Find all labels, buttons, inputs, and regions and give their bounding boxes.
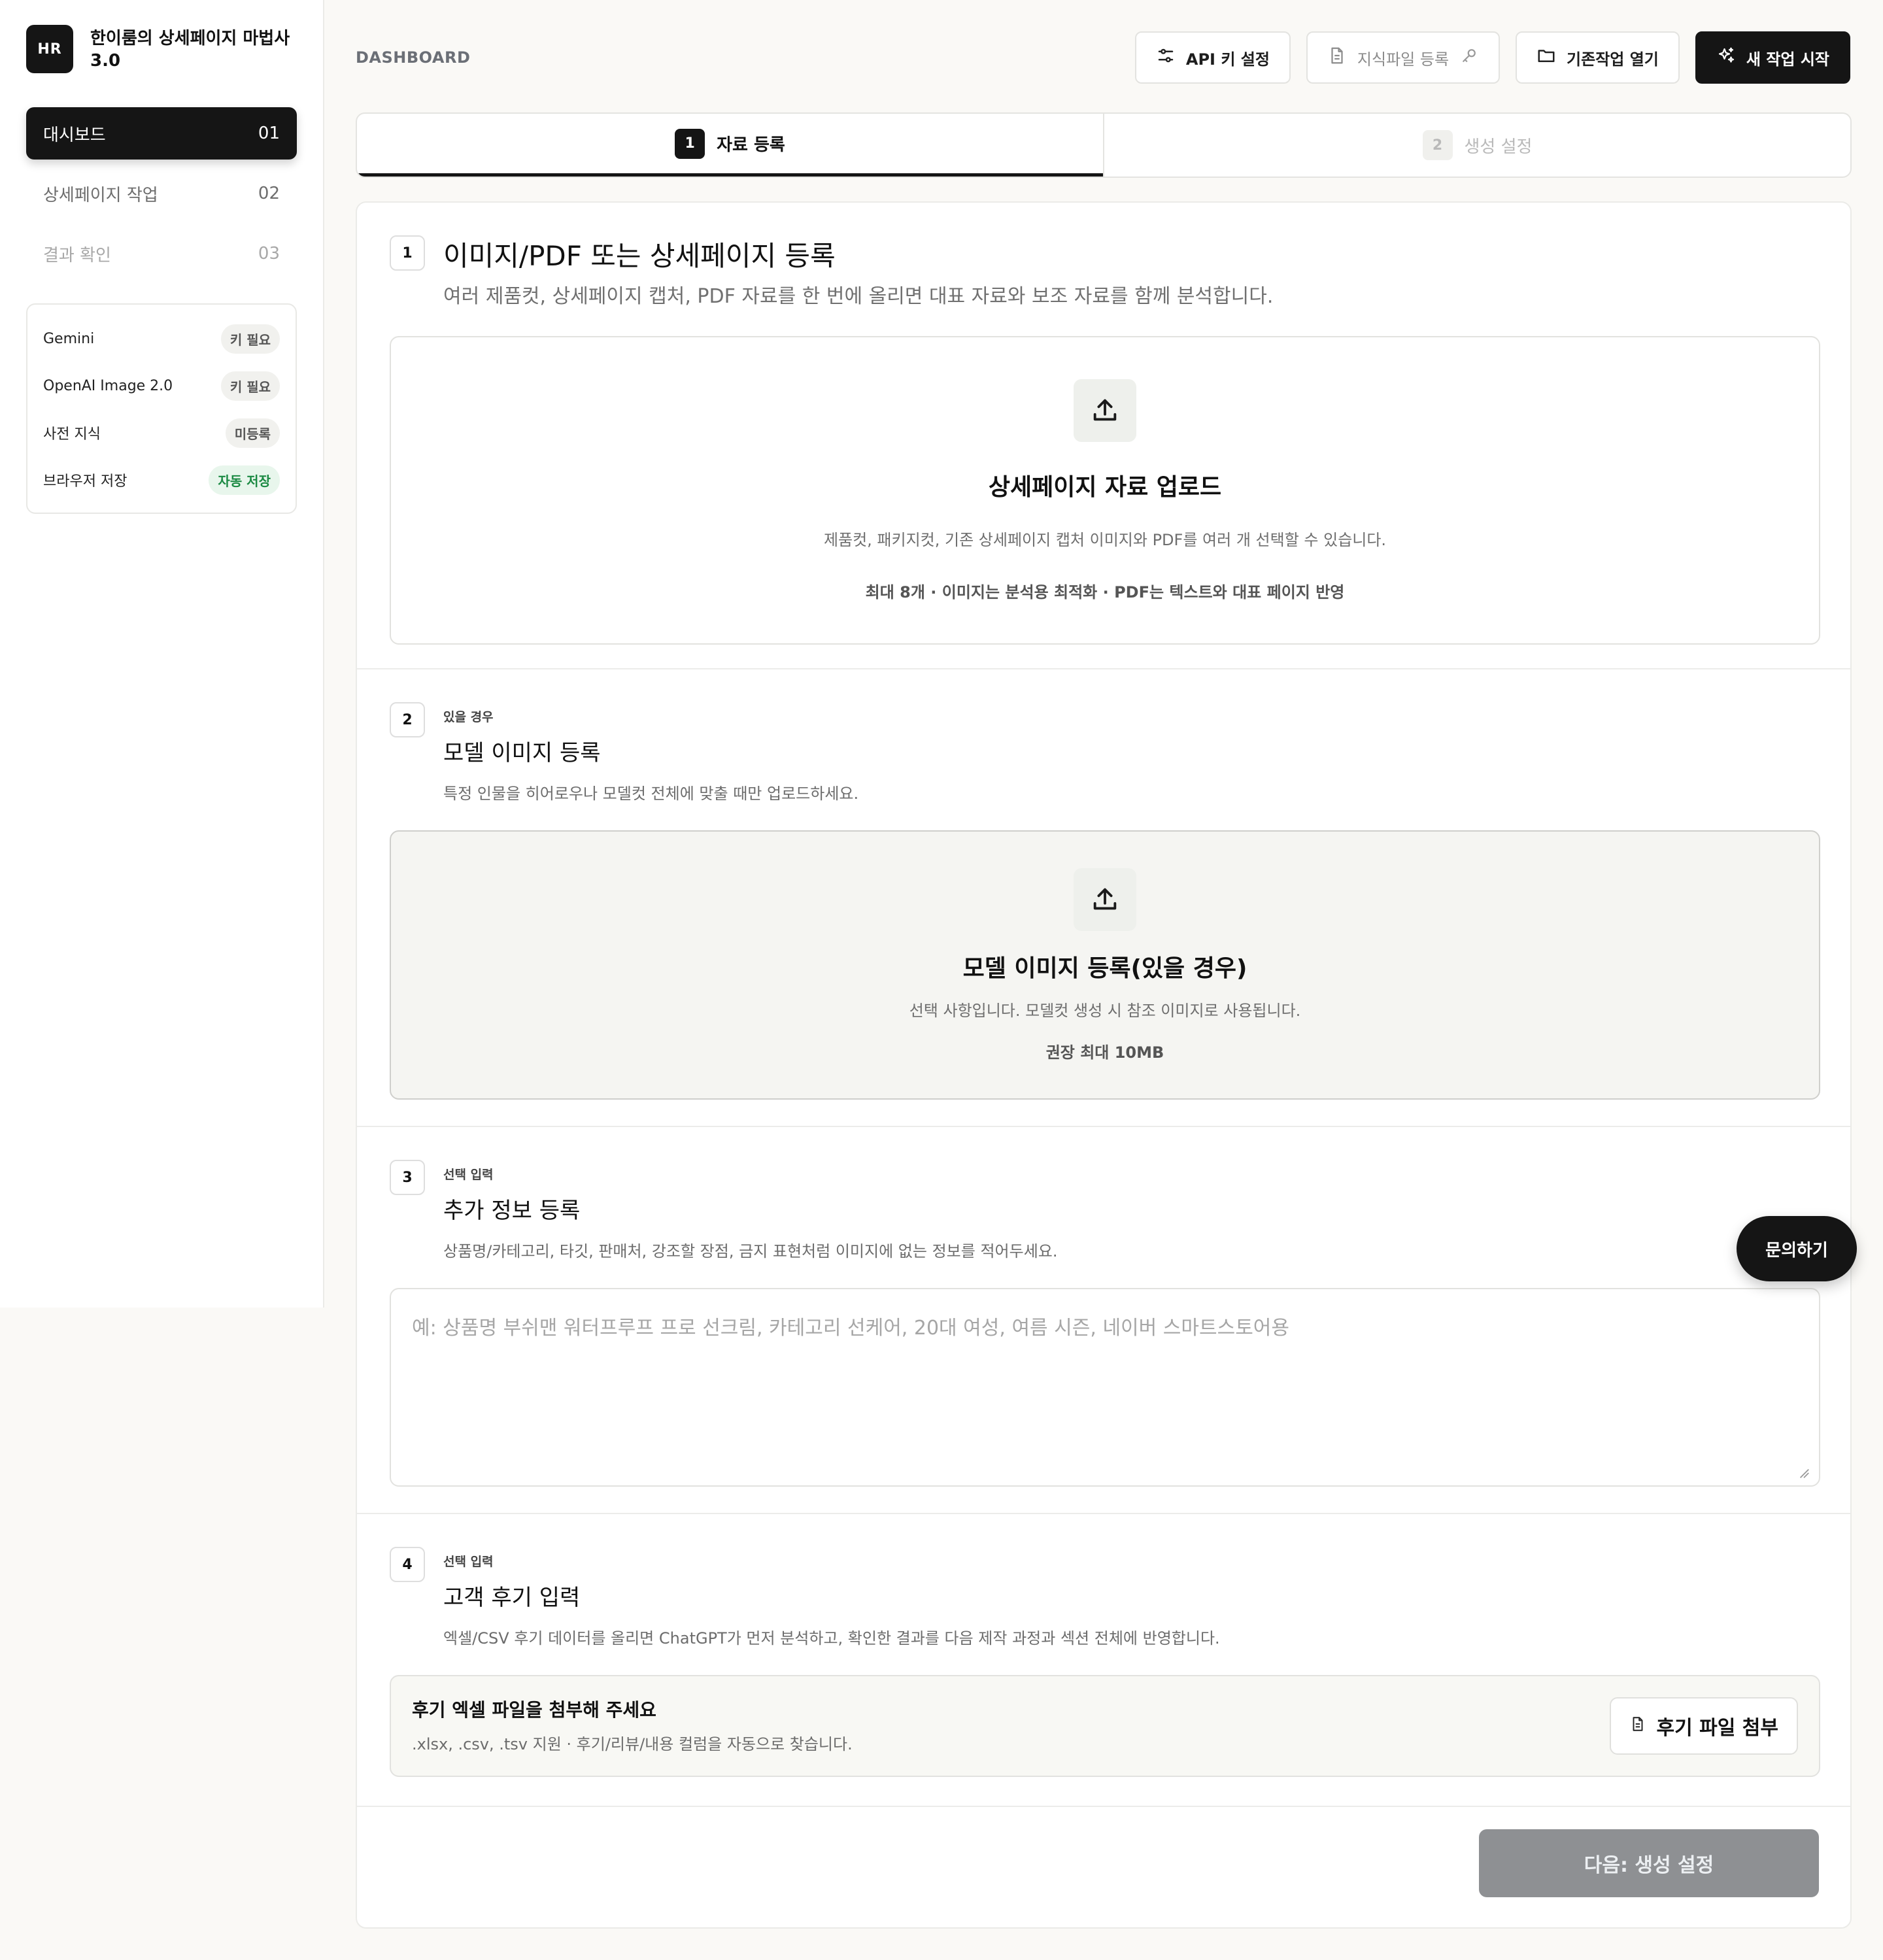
section-description: 상품명/카테고리, 타깃, 판매처, 강조할 장점, 금지 표현처럼 이미지에 …: [443, 1242, 1058, 1260]
sidebar-item-dashboard[interactable]: 대시보드 01: [26, 107, 297, 160]
stepper: 1 자료 등록 2 생성 설정: [356, 112, 1852, 178]
section-upload-materials: 1 이미지/PDF 또는 상세페이지 등록 여러 제품컷, 상세페이지 캡처, …: [357, 203, 1850, 669]
sparkles-icon: [1716, 46, 1736, 69]
sidebar-nav: 대시보드 01 상세페이지 작업 02 결과 확인 03: [26, 107, 297, 288]
status-row-knowledge: 사전 지식 미등록: [43, 409, 280, 456]
model-image-dropzone[interactable]: 모델 이미지 등록(있을 경우) 선택 사항입니다. 모델컷 생성 시 참조 이…: [390, 830, 1820, 1100]
key-icon: [1459, 46, 1479, 69]
review-box-description: .xlsx, .csv, .tsv 지원 · 후기/리뷰/내용 컬럼을 자동으로…: [412, 1735, 853, 1753]
sidebar-item-label: 대시보드: [43, 125, 106, 145]
open-existing-button[interactable]: 기존작업 열기: [1516, 31, 1680, 84]
sidebar-item-detail-work[interactable]: 상세페이지 작업 02: [26, 167, 297, 220]
review-upload-box: 후기 엑셀 파일을 첨부해 주세요 .xlsx, .csv, .tsv 지원 ·…: [390, 1675, 1820, 1777]
section-description: 여러 제품컷, 상세페이지 캡처, PDF 자료를 한 번에 올리면 대표 자료…: [443, 285, 1274, 308]
dropzone-description: 선택 사항입니다. 모델컷 생성 시 참조 이미지로 사용됩니다.: [909, 1002, 1301, 1020]
api-key-button-label: API 키 설정: [1185, 50, 1270, 69]
brand-title: 한이룸의 상세페이지 마법사 3.0: [90, 29, 290, 71]
sidebar-item-label: 상세페이지 작업: [43, 185, 158, 205]
status-label: OpenAI Image 2.0: [43, 377, 173, 394]
status-badge: 키 필요: [220, 324, 280, 354]
new-task-button-label: 새 작업 시작: [1746, 50, 1829, 69]
page-title: DASHBOARD: [356, 48, 471, 67]
dropzone-note: 최대 8개 · 이미지는 분석용 최적화 · PDF는 텍스트와 대표 페이지 …: [865, 583, 1345, 601]
attach-review-file-button[interactable]: 후기 파일 첨부: [1609, 1697, 1798, 1755]
section-additional-info: 3 선택 입력 추가 정보 등록 상품명/카테고리, 타깃, 판매처, 강조할 …: [357, 1127, 1850, 1514]
section-number: 3: [390, 1160, 425, 1195]
step-label: 자료 등록: [717, 135, 785, 155]
status-label: Gemini: [43, 330, 95, 347]
additional-info-textarea[interactable]: 예: 상품명 부쉬맨 워터프루프 프로 선크림, 카테고리 선케어, 20대 여…: [390, 1288, 1820, 1487]
dropzone-title: 모델 이미지 등록(있을 경우): [962, 955, 1247, 982]
section-title: 이미지/PDF 또는 상세페이지 등록: [443, 240, 836, 272]
attach-button-label: 후기 파일 첨부: [1656, 1717, 1779, 1740]
dropzone-title: 상세페이지 자료 업로드: [988, 474, 1222, 501]
section-number: 1: [390, 235, 425, 271]
sidebar-item-number: 01: [258, 124, 280, 143]
dropzone-note: 권장 최대 10MB: [1045, 1043, 1164, 1062]
upload-icon: [1074, 379, 1136, 442]
status-row-browser-storage: 브라우저 저장 자동 저장: [43, 456, 280, 503]
resize-grip-icon[interactable]: [1798, 1467, 1810, 1479]
upload-icon: [1074, 868, 1136, 931]
section-title: 추가 정보 등록: [443, 1198, 581, 1224]
section-tag: 선택 입력: [443, 1168, 494, 1182]
document-icon: [1327, 46, 1347, 69]
status-card: Gemini 키 필요 OpenAI Image 2.0 키 필요 사전 지식 …: [26, 303, 297, 514]
material-dropzone[interactable]: 상세페이지 자료 업로드 제품컷, 패키지컷, 기존 상세페이지 캡처 이미지와…: [390, 336, 1820, 645]
section-title: 고객 후기 입력: [443, 1585, 581, 1611]
status-badge: 자동 저장: [209, 465, 280, 495]
folder-icon: [1536, 46, 1556, 69]
sidebar-item-number: 03: [258, 244, 280, 263]
toolbar: API 키 설정 지식파일 등록 기존작업 열기 새 작업 시작: [1134, 31, 1850, 84]
review-box-title: 후기 엑셀 파일을 첨부해 주세요: [412, 1699, 656, 1721]
section-number: 2: [390, 702, 425, 737]
new-task-button[interactable]: 새 작업 시작: [1695, 31, 1850, 84]
knowledge-file-button-label: 지식파일 등록: [1357, 50, 1450, 69]
status-row-openai: OpenAI Image 2.0 키 필요: [43, 362, 280, 409]
status-label: 브라우저 저장: [43, 473, 127, 490]
brand: HR 한이룸의 상세페이지 마법사 3.0: [26, 25, 299, 73]
status-label: 사전 지식: [43, 426, 101, 443]
section-model-image: 2 있을 경우 모델 이미지 등록 특정 인물을 히어로우나 모델컷 전체에 맞…: [357, 669, 1850, 1127]
section-customer-reviews: 4 선택 입력 고객 후기 입력 엑셀/CSV 후기 데이터를 올리면 Chat…: [357, 1514, 1850, 1807]
section-title: 모델 이미지 등록: [443, 740, 601, 766]
api-key-button[interactable]: API 키 설정: [1134, 31, 1291, 84]
tab-step-2[interactable]: 2 생성 설정: [1103, 114, 1850, 177]
step-label: 생성 설정: [1464, 137, 1533, 157]
status-badge: 키 필요: [220, 371, 280, 401]
section-tag: 선택 입력: [443, 1555, 494, 1569]
sliders-icon: [1156, 46, 1176, 69]
section-description: 엑셀/CSV 후기 데이터를 올리면 ChatGPT가 먼저 분석하고, 확인한…: [443, 1629, 1220, 1647]
status-badge: 미등록: [225, 418, 280, 448]
section-tag: 있을 경우: [443, 710, 494, 724]
tab-step-1[interactable]: 1 자료 등록: [357, 114, 1103, 177]
sidebar: HR 한이룸의 상세페이지 마법사 3.0 대시보드 01 상세페이지 작업 0…: [0, 0, 324, 1308]
textarea-placeholder: 예: 상품명 부쉬맨 워터프루프 프로 선크림, 카테고리 선케어, 20대 여…: [412, 1317, 1289, 1340]
section-number: 4: [390, 1547, 425, 1582]
sidebar-item-results[interactable]: 결과 확인 03: [26, 228, 297, 280]
inquiry-button[interactable]: 문의하기: [1737, 1216, 1857, 1281]
document-icon: [1629, 1715, 1646, 1738]
main-card: 1 이미지/PDF 또는 상세페이지 등록 여러 제품컷, 상세페이지 캡처, …: [356, 201, 1852, 1929]
brand-logo: HR: [26, 25, 73, 73]
dropzone-description: 제품컷, 패키지컷, 기존 상세페이지 캡처 이미지와 PDF를 여러 개 선택…: [823, 531, 1387, 549]
next-step-button[interactable]: 다음: 생성 설정: [1479, 1829, 1819, 1897]
open-existing-button-label: 기존작업 열기: [1567, 50, 1659, 69]
step-number: 2: [1422, 130, 1453, 160]
step-number: 1: [675, 128, 705, 159]
sidebar-item-label: 결과 확인: [43, 245, 111, 265]
section-description: 특정 인물을 히어로우나 모델컷 전체에 맞출 때만 업로드하세요.: [443, 785, 859, 803]
status-row-gemini: Gemini 키 필요: [43, 315, 280, 362]
sidebar-item-number: 02: [258, 184, 280, 203]
knowledge-file-button[interactable]: 지식파일 등록: [1306, 31, 1501, 84]
